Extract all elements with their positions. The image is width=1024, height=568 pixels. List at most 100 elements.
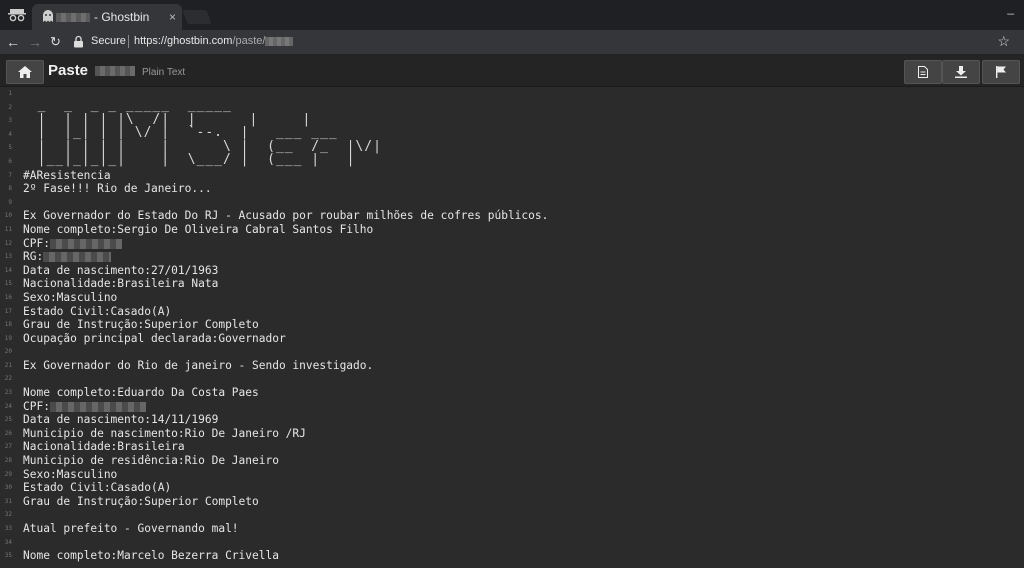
line-text: Estado Civil:Casado(A) <box>23 481 172 495</box>
line-number[interactable]: 29 <box>0 468 12 482</box>
code-line: 28 Municipio de residência:Rio De Janeiro <box>0 454 1024 468</box>
page-title: Paste <box>48 62 89 79</box>
code-line: 25 Data de nascimento:14/11/1969 <box>0 413 1024 427</box>
code-line: 31 Grau de Instrução:Superior Completo <box>0 495 1024 509</box>
language-label: Plain Text <box>142 67 186 78</box>
code-line: 23 Nome completo:Eduardo Da Costa Paes <box>0 386 1024 400</box>
code-line: 15 Nacionalidade:Brasileira Nata <box>0 277 1024 291</box>
ascii-art-line: |__|_|_|_| | \___/ | (___ | | <box>20 152 356 168</box>
line-number[interactable]: 5 <box>0 141 12 155</box>
raw-button[interactable] <box>904 60 942 84</box>
line-number[interactable]: 6 <box>0 155 12 169</box>
new-tab-button[interactable] <box>182 10 212 24</box>
address-separator <box>128 35 129 48</box>
line-text: Ex Governador do Rio de janeiro - Sendo … <box>23 358 374 372</box>
line-text: Nome completo:Eduardo Da Costa Paes <box>23 386 259 400</box>
minimize-button[interactable]: _ <box>1007 0 1014 16</box>
line-text: Grau de Instrução:Superior Completo <box>23 494 259 508</box>
line-number[interactable]: 33 <box>0 522 12 536</box>
line-number[interactable]: 14 <box>0 264 12 278</box>
line-number[interactable]: 8 <box>0 182 12 196</box>
line-number[interactable]: 15 <box>0 277 12 291</box>
line-number[interactable]: 11 <box>0 223 12 237</box>
line-number[interactable]: 7 <box>0 169 12 183</box>
redacted-value <box>43 252 112 263</box>
code-line: 35 Nome completo:Marcelo Bezerra Crivella <box>0 549 1024 563</box>
line-number[interactable]: 20 <box>0 345 12 359</box>
line-text: #AResistencia <box>23 168 111 182</box>
code-line: 19 Ocupação principal declarada:Governado… <box>0 332 1024 346</box>
redacted-paste-id <box>95 66 135 76</box>
line-text: Data de nascimento:27/01/1963 <box>23 263 219 277</box>
line-number[interactable]: 19 <box>0 332 12 346</box>
flag-icon <box>996 66 1006 78</box>
ascii-art-line: | | | | |\ /| | | | <box>20 111 312 127</box>
line-number[interactable]: 32 <box>0 508 12 522</box>
code-line: 27 Nacionalidade:Brasileira <box>0 440 1024 454</box>
bookmark-star-icon[interactable]: ☆ <box>997 33 1010 50</box>
code-line: 13 RG: <box>0 250 1024 264</box>
line-text: Nome completo:Sergio De Oliveira Cabral … <box>23 222 374 236</box>
line-number[interactable]: 24 <box>0 400 12 414</box>
line-number[interactable]: 1 <box>0 87 12 101</box>
line-number[interactable]: 31 <box>0 495 12 509</box>
reload-icon[interactable]: ↻ <box>50 34 61 50</box>
address-bar[interactable]: https://ghostbin.com/paste/ <box>134 35 294 47</box>
line-number[interactable]: 9 <box>0 196 12 210</box>
line-text: Municipio de residência:Rio De Janeiro <box>23 454 279 468</box>
line-number[interactable]: 4 <box>0 128 12 142</box>
line-number[interactable]: 13 <box>0 250 12 264</box>
code-line: 29 Sexo:Masculino <box>0 468 1024 482</box>
forward-arrow-icon[interactable]: → <box>28 34 42 50</box>
line-number[interactable]: 3 <box>0 114 12 128</box>
line-number[interactable]: 16 <box>0 291 12 305</box>
line-number[interactable]: 12 <box>0 237 12 251</box>
line-text: Nacionalidade:Brasileira <box>23 440 185 454</box>
code-line: 11 Nome completo:Sergio De Oliveira Cabra… <box>0 223 1024 237</box>
ascii-art-line: | | | | | | \ | (__ /_ |\/| <box>20 138 382 154</box>
download-button[interactable] <box>942 60 980 84</box>
line-number[interactable]: 21 <box>0 359 12 373</box>
line-number[interactable]: 35 <box>0 549 12 563</box>
secure-label: Secure <box>91 35 126 47</box>
redacted-value <box>49 401 146 412</box>
line-number[interactable]: 28 <box>0 454 12 468</box>
line-number[interactable]: 22 <box>0 372 12 386</box>
browser-tab[interactable]: - Ghostbin × <box>32 4 182 30</box>
back-arrow-icon[interactable]: ← <box>6 34 20 50</box>
code-line: 18 Grau de Instrução:Superior Completo <box>0 318 1024 332</box>
line-number[interactable]: 17 <box>0 305 12 319</box>
line-text: 2º Fase!!! Rio de Janeiro... <box>23 182 212 196</box>
code-line: 10 Ex Governador do Estado Do RJ - Acusad… <box>0 209 1024 223</box>
line-text: Estado Civil:Casado(A) <box>23 304 172 318</box>
line-number[interactable]: 26 <box>0 427 12 441</box>
line-number[interactable]: 27 <box>0 440 12 454</box>
line-number[interactable]: 2 <box>0 101 12 115</box>
code-line: 9 <box>0 196 1024 210</box>
redacted-tab-text <box>56 13 90 22</box>
report-button[interactable] <box>982 60 1020 84</box>
code-line: 22 <box>0 372 1024 386</box>
paste-content: 1 2 3 4 5 6 7 #AResistencia 8 2º Fase!!! Rio de J… <box>0 87 1024 568</box>
line-number[interactable]: 34 <box>0 536 12 550</box>
code-line: 30 Estado Civil:Casado(A) <box>0 481 1024 495</box>
line-text: Data de nascimento:14/11/1969 <box>23 413 219 427</box>
code-line: 7 #AResistencia <box>0 169 1024 183</box>
ghost-icon <box>43 10 53 22</box>
ascii-art-line: _ _ _ _ _____ _____ <box>20 98 232 113</box>
line-number[interactable]: 18 <box>0 318 12 332</box>
tab-close-icon[interactable]: × <box>169 4 176 30</box>
line-text: Sexo:Masculino <box>23 467 118 481</box>
home-button[interactable] <box>6 60 44 84</box>
tab-strip: - Ghostbin × _ <box>0 0 1024 30</box>
line-text: Sexo:Masculino <box>23 290 118 304</box>
line-number[interactable]: 10 <box>0 209 12 223</box>
redacted-value <box>49 238 122 249</box>
line-number[interactable]: 30 <box>0 481 12 495</box>
line-text: Nacionalidade:Brasileira Nata <box>23 277 219 291</box>
code-line: 26 Municipio de nascimento:Rio De Janeiro… <box>0 427 1024 441</box>
line-number[interactable]: 23 <box>0 386 12 400</box>
code-line: 17 Estado Civil:Casado(A) <box>0 305 1024 319</box>
line-number[interactable]: 25 <box>0 413 12 427</box>
ascii-art-banner: _ _ _ _ _____ _____ | | | | |\ /| | | | … <box>20 99 382 167</box>
